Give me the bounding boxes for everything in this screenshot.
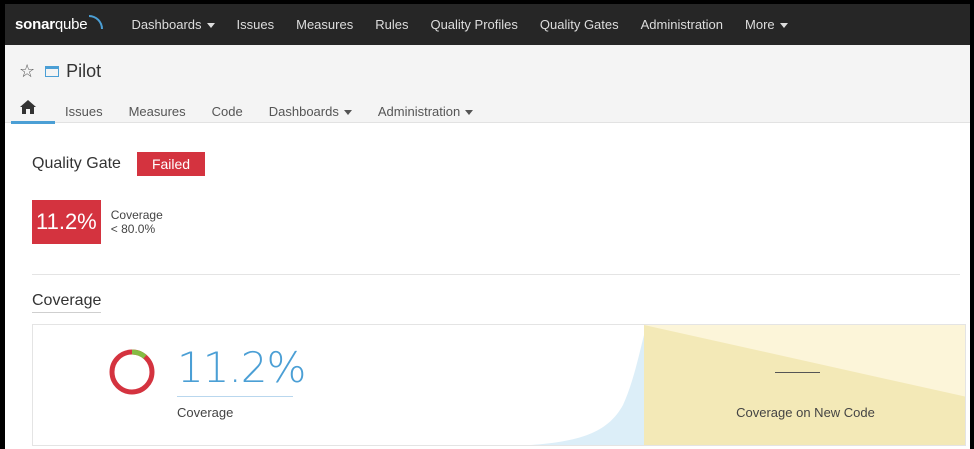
quality-gate-condition[interactable]: 11.2% Coverage < 80.0% — [32, 200, 163, 244]
sonarqube-logo[interactable]: sonar qube — [15, 14, 104, 33]
top-navbar: sonar qube Dashboards Issues Measures Rul… — [5, 4, 970, 45]
quality-gate-header: Quality Gate Failed — [32, 152, 206, 176]
nav-dashboards-label: Dashboards — [131, 17, 202, 32]
home-icon — [20, 100, 36, 114]
donut-uncovered-ring — [109, 349, 155, 395]
quality-gate-label: Quality Gate — [32, 155, 121, 172]
condition-metric: Coverage — [110, 208, 163, 222]
coverage-panel: 11.2% Coverage Coverage on New Code — [32, 324, 966, 446]
tab-administration-label: Administration — [377, 103, 461, 119]
nav-rules[interactable]: Rules — [375, 17, 408, 32]
donut-covered-arc — [131, 349, 147, 359]
coverage-donut-chart — [109, 349, 155, 395]
new-code-coverage-label: Coverage on New Code — [736, 405, 875, 420]
tab-measures[interactable]: Measures — [129, 104, 186, 119]
nav-dashboards[interactable]: Dashboards — [131, 17, 215, 32]
tab-home[interactable] — [11, 100, 55, 124]
tab-dashboards-label: Dashboards — [268, 103, 339, 119]
coverage-value[interactable]: 11.2% — [177, 343, 306, 392]
star-icon[interactable]: ☆ — [19, 61, 35, 82]
logo-light-text: qube — [54, 16, 88, 33]
caret-down-icon — [343, 109, 352, 115]
tab-administration[interactable]: Administration — [377, 103, 474, 119]
coverage-history-sparkline — [530, 335, 644, 445]
coverage-section-title[interactable]: Coverage — [32, 292, 102, 313]
condition-threshold: < 80.0% — [110, 222, 156, 236]
section-divider — [32, 274, 960, 275]
quality-gate-status-badge: Failed — [136, 152, 206, 176]
project-subnav: Issues Measures Code Dashboards Administ… — [11, 100, 499, 124]
nav-administration[interactable]: Administration — [641, 17, 723, 32]
caret-down-icon — [779, 23, 788, 29]
condition-text: Coverage < 80.0% — [111, 208, 163, 236]
new-code-background — [644, 325, 965, 397]
nav-quality-gates[interactable]: Quality Gates — [540, 17, 619, 32]
coverage-value-underline — [177, 396, 293, 397]
tab-dashboards[interactable]: Dashboards — [269, 104, 352, 119]
app-window: sonar qube Dashboards Issues Measures Rul… — [0, 0, 974, 449]
new-code-panel: Coverage on New Code — [644, 325, 965, 445]
project-title: ☆ Pilot — [19, 61, 101, 82]
caret-down-icon — [206, 23, 215, 29]
caret-down-icon — [465, 109, 474, 115]
logo-arc-icon — [89, 14, 104, 29]
logo-bold-text: sonar — [15, 16, 55, 33]
new-code-empty-value — [775, 372, 820, 373]
nav-issues[interactable]: Issues — [237, 17, 275, 32]
project-name[interactable]: Pilot — [66, 61, 101, 82]
active-tab-underline — [11, 121, 55, 124]
nav-measures[interactable]: Measures — [296, 17, 353, 32]
nav-more-label: More — [745, 17, 775, 32]
nav-more[interactable]: More — [745, 17, 788, 32]
tab-issues[interactable]: Issues — [65, 104, 103, 119]
tab-code[interactable]: Code — [212, 104, 243, 119]
project-header: ☆ Pilot Issues Measures Code Dashboards … — [5, 45, 970, 124]
project-icon — [45, 66, 60, 77]
condition-value: 11.2% — [32, 200, 101, 244]
nav-quality-profiles[interactable]: Quality Profiles — [430, 17, 517, 32]
coverage-label: Coverage — [177, 405, 234, 420]
